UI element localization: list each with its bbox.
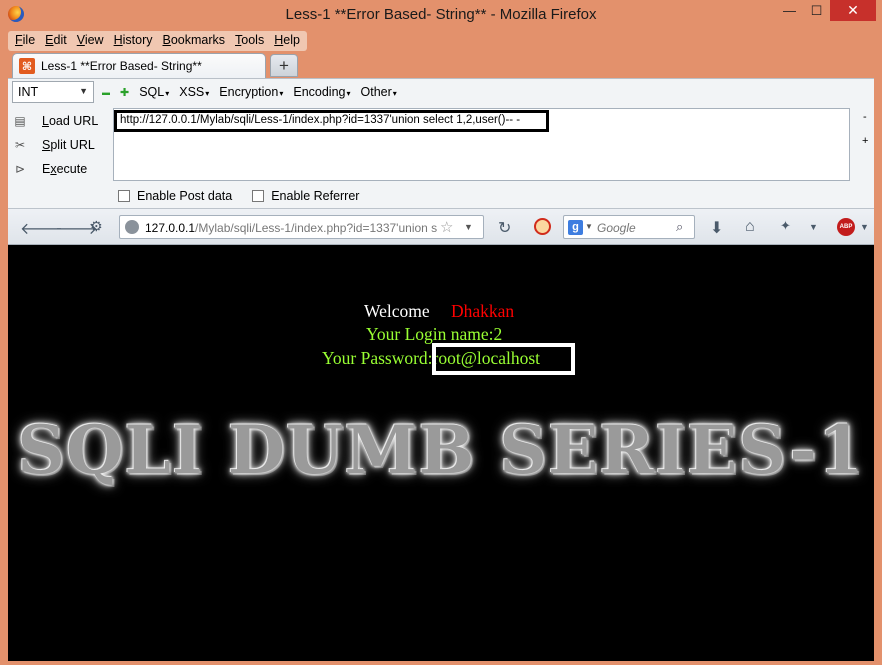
home-icon[interactable]: ⌂: [745, 218, 755, 236]
address-bar[interactable]: 127.0.0.1/Mylab/sqli/Less-1/index.php?id…: [119, 215, 484, 239]
menu-xss[interactable]: XSS: [179, 85, 209, 99]
navigation-bar: 🡐 🡒 ⚙ 127.0.0.1/Mylab/sqli/Less-1/index.…: [8, 208, 874, 245]
noscript-icon[interactable]: [534, 218, 551, 235]
menu-history[interactable]: History: [109, 31, 158, 51]
firebug-icon[interactable]: ✦: [780, 218, 791, 234]
split-url-label: Split URL: [42, 138, 95, 152]
load-url-label: Load URL: [42, 114, 99, 128]
enable-post-label: Enable Post data: [137, 189, 233, 203]
chevron-down-icon[interactable]: ▼: [860, 222, 869, 232]
window-title: Less-1 **Error Based- String** - Mozilla…: [285, 6, 597, 23]
browser-window: Less-1 **Error Based- String** - Mozilla…: [0, 0, 882, 665]
menu-label: ookmarks: [170, 33, 226, 47]
load-url-button[interactable]: ▤ Load URL: [12, 109, 108, 133]
shrink-textarea-button[interactable]: -: [863, 111, 867, 123]
login-name-text: Your Login name:2: [366, 324, 503, 344]
enable-referrer-label: Enable Referrer: [271, 189, 360, 203]
expand-textarea-button[interactable]: +: [862, 135, 868, 147]
menu-accel: H: [274, 33, 284, 47]
menu-label: dit: [53, 33, 67, 47]
menu-label: iew: [84, 33, 104, 47]
checkbox-box: [252, 190, 265, 202]
menu-label: ools: [241, 33, 265, 47]
split-url-button[interactable]: ✂ Split URL: [12, 133, 108, 157]
tools-gears-icon[interactable]: ⚙: [90, 218, 103, 235]
search-icon[interactable]: ⌕: [676, 219, 683, 235]
hackbar-type-select[interactable]: INT ▼: [12, 81, 94, 103]
downloads-arrow-icon[interactable]: ⬇: [710, 218, 723, 238]
menu-help[interactable]: Help: [269, 31, 305, 51]
hackbar-actions: ▤ Load URL ✂ Split URL ⊳ Execute: [12, 109, 108, 181]
menu-label: ile: [22, 33, 36, 47]
hackbar-toolbar: ▬ ✚ SQL XSS Encryption Encoding Other: [102, 85, 397, 99]
hackbar-url-textarea[interactable]: http://127.0.0.1/Mylab/sqli/Less-1/index…: [113, 108, 850, 181]
menu-file[interactable]: File: [10, 31, 40, 51]
google-icon[interactable]: g: [568, 220, 583, 235]
window-controls: — ☐ ✕: [776, 0, 876, 22]
plus-icon[interactable]: ✚: [120, 86, 129, 99]
load-url-icon: ▤: [14, 114, 26, 128]
enable-post-checkbox[interactable]: Enable Post data: [118, 189, 232, 203]
menu-edit[interactable]: Edit: [40, 31, 72, 51]
search-bar[interactable]: g ▼ Google ⌕: [563, 215, 695, 239]
menu-bookmarks[interactable]: Bookmarks: [158, 31, 231, 51]
adblock-icon[interactable]: ABP: [837, 218, 855, 236]
menu-tools[interactable]: Tools: [230, 31, 269, 51]
tab-less-1[interactable]: ⌘ Less-1 **Error Based- String**: [12, 53, 266, 78]
menu-label: istory: [122, 33, 153, 47]
execute-label: Execute: [42, 162, 88, 176]
menu-encryption[interactable]: Encryption: [219, 85, 283, 99]
reload-icon[interactable]: ↻: [498, 218, 511, 238]
menu-accel: H: [113, 33, 123, 47]
tab-label: Less-1 **Error Based- String**: [41, 59, 202, 73]
page-content: Welcome Dhakkan Your Login name:2 Your P…: [8, 245, 874, 661]
menu-accel: E: [45, 33, 54, 47]
close-button[interactable]: ✕: [830, 0, 876, 21]
password-highlight-box: [432, 343, 575, 375]
menu-accel: V: [76, 33, 85, 47]
minus-icon[interactable]: ▬: [102, 88, 110, 97]
minimize-button[interactable]: —: [776, 0, 803, 21]
scissors-icon: ✂: [14, 138, 26, 152]
play-icon: ⊳: [14, 162, 26, 176]
address-text: 127.0.0.1/Mylab/sqli/Less-1/index.php?id…: [145, 221, 438, 235]
menu-accel: F: [15, 33, 23, 47]
menu-sql[interactable]: SQL: [139, 85, 169, 99]
menu-label: elp: [283, 33, 300, 47]
search-input: Google: [597, 221, 636, 235]
hackbar: INT ▼ ▬ ✚ SQL XSS Encryption Encoding Ot…: [8, 78, 874, 208]
page-banner: SQLI DUMB SERIES-1: [17, 411, 865, 489]
chevron-down-icon[interactable]: ▼: [585, 222, 593, 231]
title-bar: Less-1 **Error Based- String** - Mozilla…: [0, 0, 882, 30]
new-tab-button[interactable]: +: [270, 54, 298, 77]
globe-icon: [125, 220, 139, 234]
welcome-label: Welcome: [364, 301, 430, 321]
hackbar-type-value: INT: [18, 85, 39, 99]
execute-button[interactable]: ⊳ Execute: [12, 157, 108, 181]
checkbox-box: [118, 190, 130, 202]
menu-view[interactable]: View: [72, 31, 109, 51]
menu-other[interactable]: Other: [361, 85, 397, 99]
hackbar-options: Enable Post data Enable Referrer: [118, 189, 359, 203]
chevron-down-icon[interactable]: ▼: [809, 222, 818, 232]
tab-strip: ⌘ Less-1 **Error Based- String** +: [8, 53, 874, 78]
menu-bar: File Edit View History Bookmarks Tools H…: [8, 31, 307, 51]
maximize-button[interactable]: ☐: [803, 0, 830, 21]
enable-referrer-checkbox[interactable]: Enable Referrer: [252, 189, 359, 203]
chevron-down-icon[interactable]: ▼: [464, 222, 473, 232]
welcome-name: Dhakkan: [451, 301, 515, 321]
hackbar-url-value: http://127.0.0.1/Mylab/sqli/Less-1/index…: [114, 110, 549, 132]
bookmark-star-icon[interactable]: ☆: [440, 218, 453, 236]
page-favicon-icon: ⌘: [19, 58, 35, 74]
menu-accel: B: [162, 33, 171, 47]
chevron-down-icon: ▼: [79, 86, 88, 96]
menu-encoding[interactable]: Encoding: [293, 85, 350, 99]
